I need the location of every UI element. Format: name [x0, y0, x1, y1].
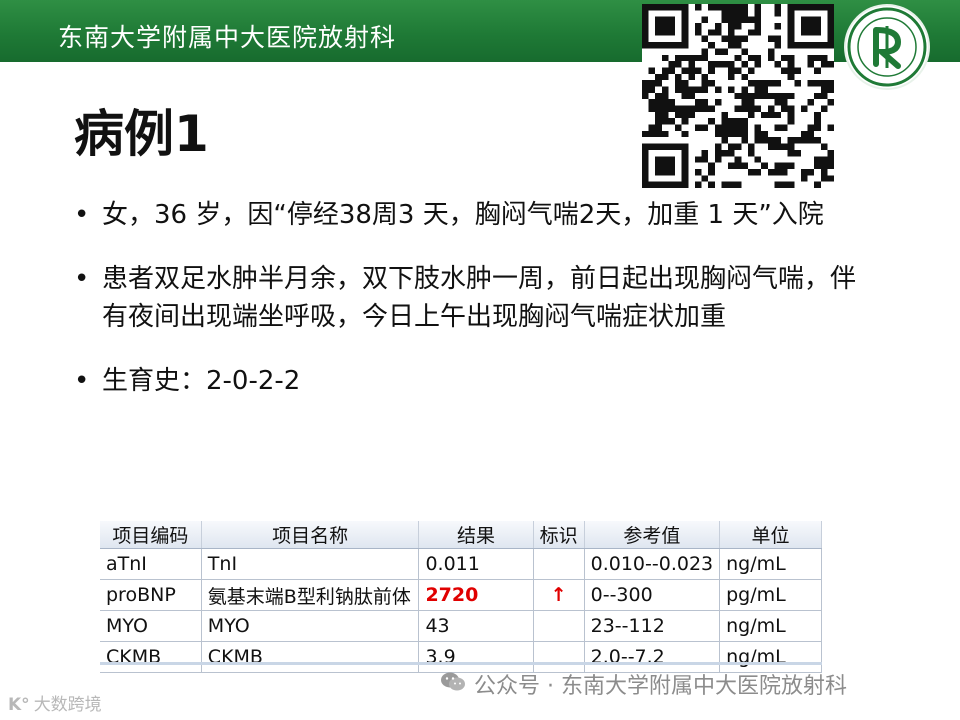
cell-name: TnI	[201, 548, 420, 580]
up-arrow-icon: ↑	[533, 579, 585, 611]
bullet-item: • 生育史：2-0-2-2	[72, 362, 872, 400]
cell-name: CKMB	[201, 641, 420, 673]
cell-result: 0.011	[418, 548, 534, 580]
corner-watermark: K° 大数跨境	[8, 690, 102, 715]
bullet-text: 患者双足水肿半月余，双下肢水肿一周，前日起出现胸闷气喘，伴有夜间出现端坐呼吸，今…	[102, 264, 857, 332]
cell-unit: ng/mL	[719, 610, 822, 642]
table-bottom-rule	[100, 662, 822, 665]
cell-name: MYO	[201, 610, 420, 642]
bullet-dot: •	[74, 200, 90, 230]
cell-unit: pg/mL	[719, 579, 822, 611]
qr-code-icon	[642, 4, 834, 188]
column-header[interactable]: 项目名称	[201, 521, 420, 549]
bullet-list: • 女，36 岁，因“停经38周3 天，胸闷气喘2天，加重 1 天”入院 • 患…	[72, 196, 872, 400]
header-title: 东南大学附属中大医院放射科	[58, 23, 397, 52]
cell-unit: ng/mL	[719, 548, 822, 580]
cell-reference: 0.010--0.023	[584, 548, 721, 580]
column-header[interactable]: 标识	[533, 521, 585, 549]
cell-result-high: 2720	[418, 579, 534, 611]
cell-reference: 23--112	[584, 610, 721, 642]
table-row[interactable]: proBNP 氨基末端B型利钠肽前体 2720 ↑ 0--300 pg/mL	[100, 579, 822, 611]
column-header[interactable]: 参考值	[584, 521, 721, 549]
cell-flag	[533, 610, 585, 642]
cell-name: 氨基末端B型利钠肽前体	[201, 579, 420, 611]
bullet-text: 生育史：2-0-2-2	[102, 366, 301, 396]
cell-code: MYO	[100, 610, 202, 642]
watermark-text: 公众号 · 东南大学附属中大医院放射科	[474, 674, 847, 699]
table-header-row: 项目编码 项目名称 结果 标识 参考值 单位	[100, 521, 822, 549]
brand-icon: K°	[8, 695, 30, 715]
bullet-item: • 患者双足水肿半月余，双下肢水肿一周，前日起出现胸闷气喘，伴有夜间出现端坐呼吸…	[72, 260, 872, 336]
column-header[interactable]: 单位	[719, 521, 822, 549]
cell-code: proBNP	[100, 579, 202, 611]
cell-code: CKMB	[100, 641, 202, 673]
slide-title: 病例1	[74, 105, 209, 163]
bullet-dot: •	[74, 264, 90, 294]
column-header[interactable]: 结果	[418, 521, 534, 549]
bullet-dot: •	[74, 366, 90, 396]
cell-result: 43	[418, 610, 534, 642]
hospital-logo-icon	[846, 6, 928, 88]
column-header[interactable]: 项目编码	[100, 521, 202, 549]
table-row[interactable]: aTnI TnI 0.011 0.010--0.023 ng/mL	[100, 548, 822, 580]
cell-code: aTnI	[100, 548, 202, 580]
wechat-icon	[441, 672, 465, 691]
table-row[interactable]: MYO MYO 43 23--112 ng/mL	[100, 610, 822, 642]
bullet-item: • 女，36 岁，因“停经38周3 天，胸闷气喘2天，加重 1 天”入院	[72, 196, 872, 234]
lab-results-table: 项目编码 项目名称 结果 标识 参考值 单位 aTnI TnI 0.011 0.…	[100, 521, 822, 673]
corner-watermark-text: 大数跨境	[33, 695, 102, 715]
cell-reference: 0--300	[584, 579, 721, 611]
cell-flag	[533, 548, 585, 580]
bullet-text: 女，36 岁，因“停经38周3 天，胸闷气喘2天，加重 1 天”入院	[102, 200, 824, 230]
